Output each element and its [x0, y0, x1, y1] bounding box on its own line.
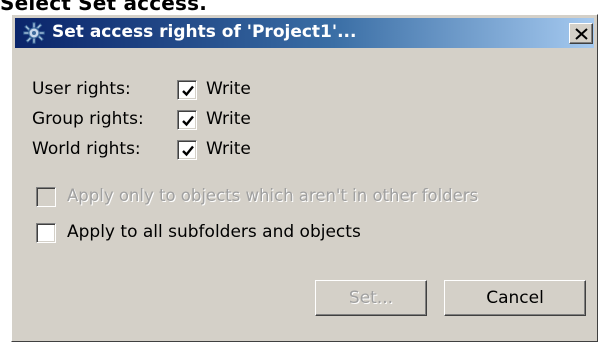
set-button: Set... — [315, 280, 427, 316]
page-instruction-text: Select Set access. — [0, 0, 208, 15]
group-rights-write-label[interactable]: Write — [206, 109, 251, 129]
checkmark-icon — [182, 145, 194, 157]
apply-only-unfoldered-checkbox — [36, 187, 56, 207]
access-rights-dialog: Set access rights of 'Project1'... User … — [11, 14, 598, 342]
user-rights-write-label[interactable]: Write — [206, 79, 251, 99]
world-rights-write-checkbox[interactable] — [177, 140, 197, 160]
user-rights-write-checkbox[interactable] — [177, 80, 197, 100]
checkmark-icon — [182, 85, 194, 97]
cancel-button[interactable]: Cancel — [444, 280, 586, 316]
apply-to-subfolders-checkbox[interactable] — [36, 223, 56, 243]
close-icon — [575, 28, 588, 40]
user-rights-label: User rights: — [32, 79, 131, 99]
apply-only-unfoldered-label: Apply only to objects which aren't in ot… — [67, 186, 479, 205]
dialog-title: Set access rights of 'Project1'... — [52, 22, 357, 42]
checkmark-icon — [182, 115, 194, 127]
gear-icon — [23, 22, 45, 44]
apply-to-subfolders-label[interactable]: Apply to all subfolders and objects — [67, 222, 361, 242]
world-rights-write-label[interactable]: Write — [206, 139, 251, 159]
dialog-titlebar[interactable]: Set access rights of 'Project1'... — [15, 18, 594, 48]
group-rights-write-checkbox[interactable] — [177, 110, 197, 130]
world-rights-label: World rights: — [32, 139, 141, 159]
group-rights-label: Group rights: — [32, 109, 144, 129]
close-button[interactable] — [569, 23, 593, 44]
